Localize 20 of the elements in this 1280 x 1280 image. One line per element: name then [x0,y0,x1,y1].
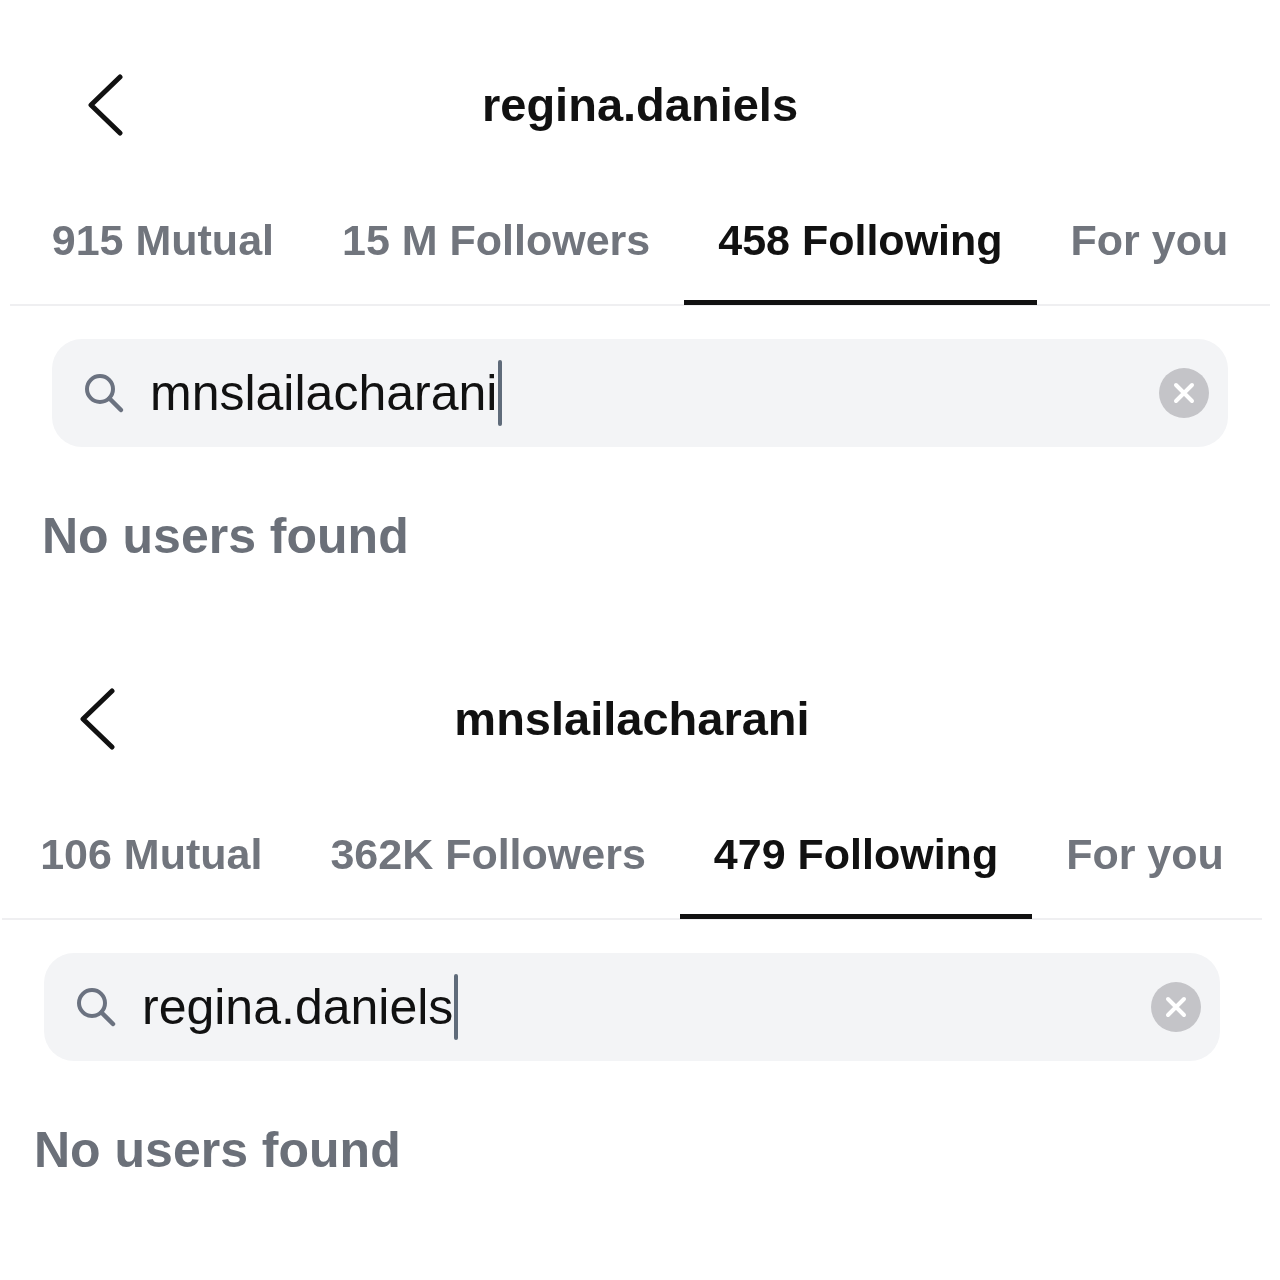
tab[interactable]: 106 Mutual [6,824,297,919]
tab[interactable]: 479 Following [679,824,1033,919]
tab[interactable]: For you [1036,210,1263,305]
tab[interactable]: For you [1032,824,1258,919]
search-query: mnslailacharani [150,364,498,422]
search-field[interactable]: mnslailacharani [52,339,1228,447]
tab[interactable]: 362K Followers [296,824,680,919]
search-icon [83,372,125,414]
search-icon [75,986,117,1028]
back-icon[interactable] [78,688,116,750]
tab[interactable]: 915 Mutual [17,210,308,305]
profile-username: mnslailacharani [454,691,810,747]
search-query: regina.daniels [142,978,454,1036]
empty-results-message: No users found [34,1121,401,1180]
profile-username: regina.daniels [481,77,799,133]
tab[interactable]: 458 Following [684,210,1037,305]
back-icon[interactable] [86,74,124,136]
empty-results-message: No users found [42,507,409,566]
tab[interactable]: 15 M Followers [308,210,685,305]
search-field[interactable]: regina.daniels [44,953,1220,1061]
